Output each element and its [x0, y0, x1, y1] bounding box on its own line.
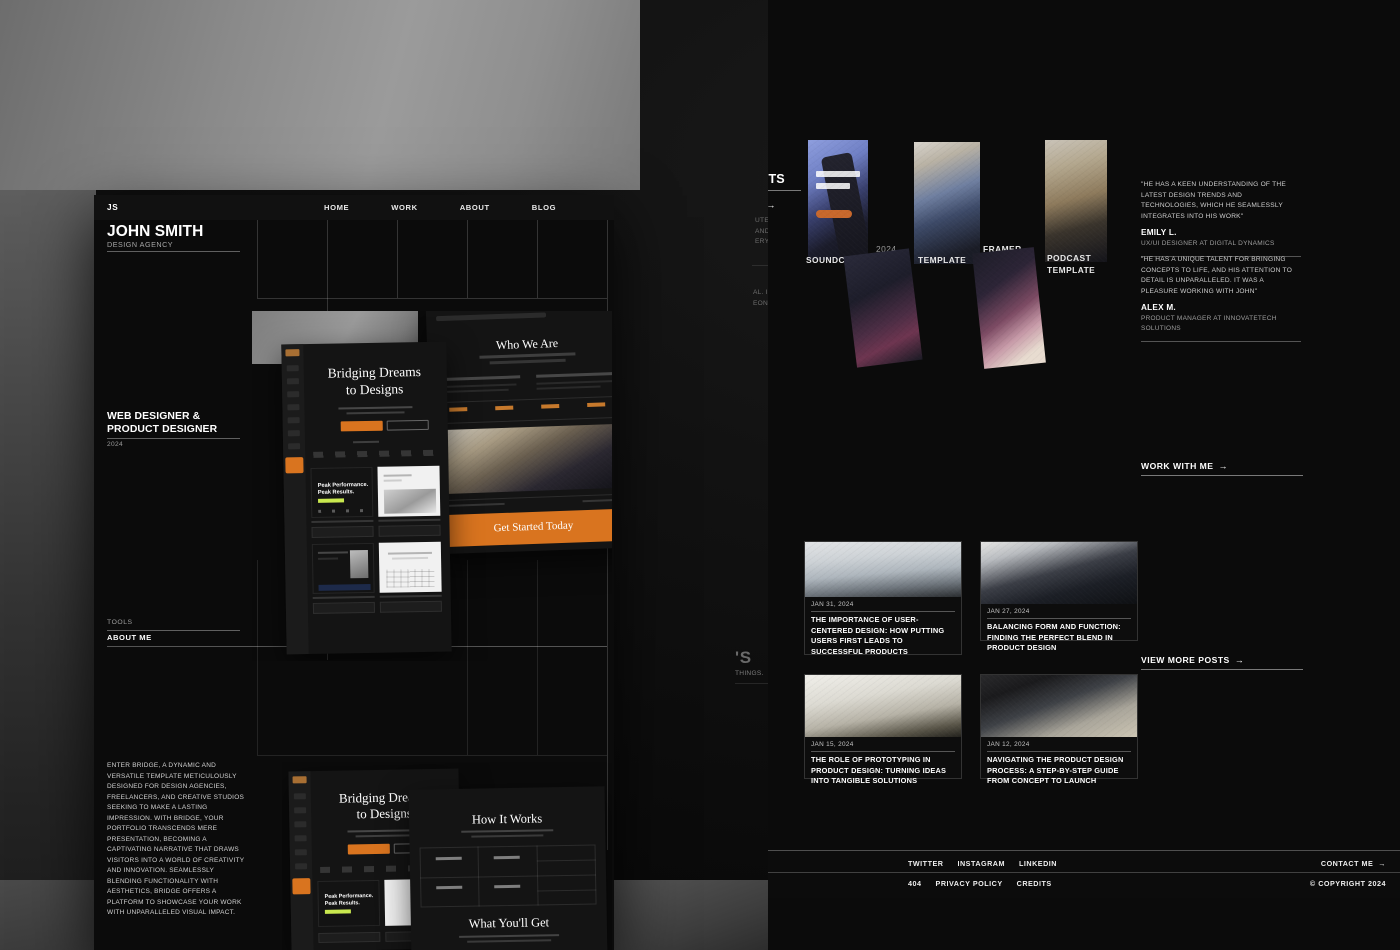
blog-card-2[interactable]: JAN 27, 2024 BALANCING FORM AND FUNCTION… [980, 541, 1138, 641]
arrow-right-icon: → [1378, 859, 1386, 868]
testimonial-1-quote: "HE HAS A KEEN UNDERSTANDING OF THE LATE… [1141, 180, 1301, 223]
blog-card-2-title: BALANCING FORM AND FUNCTION: FINDING THE… [987, 622, 1131, 654]
testimonial-2-quote: "HE HAS A UNIQUE TALENT FOR BRINGING CON… [1141, 255, 1301, 298]
site-footer: TWITTER INSTAGRAM LINKEDIN CONTACT ME → … [768, 850, 1400, 898]
footer-link-twitter[interactable]: TWITTER [908, 859, 943, 868]
role-divider [107, 438, 240, 439]
mock-cta-text: Get Started Today [443, 518, 612, 536]
role-year: 2024 [107, 441, 123, 448]
work-with-me-link[interactable]: WORK WITH ME → [1141, 461, 1303, 476]
mock-who-we-are: Who We Are [427, 334, 612, 356]
blog-card-2-divider [987, 618, 1131, 619]
mock-what-youll-get: What You'll Get [411, 914, 607, 932]
preview-mock-bottom[interactable]: Bridging Dreamsto Designs Peak Performan… [282, 762, 612, 950]
nav-item-blog[interactable]: BLOG [532, 203, 556, 212]
footer-link-credits[interactable]: CREDITS [1017, 879, 1052, 888]
blog-card-3[interactable]: JAN 15, 2024 THE ROLE OF PROTOTYPING IN … [804, 674, 962, 779]
footer-copyright: © COPYRIGHT 2024 [1310, 879, 1386, 888]
client-label-podcast: PODCAST TEMPLATE [1047, 252, 1107, 276]
testimonial-1-name: EMILY L. [1141, 228, 1301, 237]
background-grey-left-strip [0, 190, 96, 950]
blog-card-1[interactable]: JAN 31, 2024 THE IMPORTANCE OF USER-CENT… [804, 541, 962, 655]
page-title: JOHN SMITH [107, 223, 203, 241]
mock-tile-3 [312, 543, 375, 594]
blog-card-2-date: JAN 27, 2024 [987, 608, 1131, 615]
clients-heading-block: SOME OF MY CLIENTS [768, 172, 806, 186]
footer-link-linkedin[interactable]: LINKEDIN [1019, 859, 1057, 868]
testimonial-1-role: UX/UI DESIGNER AT DIGITAL DYNAMICS [1141, 239, 1301, 249]
hero-divider [107, 251, 240, 252]
clients-heading: SOME OF MY CLIENTS [768, 172, 806, 186]
footer-link-privacy[interactable]: PRIVACY POLICY [936, 879, 1003, 888]
arrow-right-icon: → [1219, 462, 1228, 471]
screenshot-root: UTE AND ERY AL. IT EONE OF 'S THINGS. SO… [0, 0, 1400, 950]
blog-card-4-image [981, 675, 1137, 737]
mock-home-page: Bridging Dreamsto Designs Peak Performan… [281, 342, 451, 655]
blog-card-3-divider [811, 751, 955, 752]
mock-hero-title: Bridging Dreamsto Designs [308, 364, 442, 400]
testimonial-2-role: PRODUCT MANAGER AT INNOVATETECH SOLUTION… [1141, 314, 1301, 334]
label-tools: TOOLS [107, 619, 133, 626]
mock-tile-1: Peak Performance.Peak Results. [310, 467, 373, 518]
testimonial-1: "HE HAS A KEEN UNDERSTANDING OF THE LATE… [1141, 180, 1301, 257]
footer-link-instagram[interactable]: INSTAGRAM [957, 859, 1005, 868]
blog-card-3-image [805, 675, 961, 737]
preview-mock-top[interactable]: Who We Are [252, 311, 612, 661]
blog-card-3-title: THE ROLE OF PROTOTYPING IN PRODUCT DESIG… [811, 755, 955, 787]
blog-card-4[interactable]: JAN 12, 2024 NAVIGATING THE PRODUCT DESI… [980, 674, 1138, 779]
work-with-me-label: WORK WITH ME [1141, 461, 1214, 471]
nav-item-about[interactable]: ABOUT [460, 203, 490, 212]
mock-how-it-works: How It Works [409, 810, 605, 828]
main-navigation: HOME WORK ABOUT BLOG [324, 203, 556, 212]
background-grey-corner [610, 880, 790, 950]
blog-card-2-image [981, 542, 1137, 604]
blog-card-4-date: JAN 12, 2024 [987, 741, 1131, 748]
testimonial-2-divider [1141, 341, 1301, 342]
testimonial-2: "HE HAS A UNIQUE TALENT FOR BRINGING CON… [1141, 255, 1301, 342]
client-label-template: TEMPLATE [918, 254, 966, 266]
mock-sidebar [281, 344, 308, 654]
label-about-me[interactable]: ABOUT ME [107, 633, 152, 642]
blog-card-1-image [805, 542, 961, 597]
footer-utility-row: 404 PRIVACY POLICY CREDITS © COPYRIGHT 2… [768, 876, 1400, 890]
view-more-posts-link[interactable]: VIEW MORE POSTS → [1141, 655, 1303, 670]
page-subtitle: DESIGN AGENCY [107, 240, 173, 249]
arrow-right-icon: → [768, 201, 775, 210]
about-paragraph: ENTER BRIDGE, A DYNAMIC AND VERSATILE TE… [107, 761, 251, 919]
mock-tile-4 [379, 542, 442, 593]
blog-card-1-title: THE IMPORTANCE OF USER-CENTERED DESIGN: … [811, 615, 955, 657]
clients-contact-link[interactable]: CONTACT ME → [768, 200, 840, 210]
site-logo[interactable]: JS [107, 203, 119, 212]
client-thumb-template[interactable] [914, 142, 980, 264]
mock-about-page: Who We Are [426, 311, 612, 554]
blog-card-3-date: JAN 15, 2024 [811, 741, 955, 748]
footer-social-row: TWITTER INSTAGRAM LINKEDIN CONTACT ME → [768, 856, 1400, 870]
client-thumb-darkui[interactable] [843, 248, 922, 367]
mock-team-photo [440, 424, 612, 494]
footer-contact-link[interactable]: CONTACT ME → [1321, 859, 1386, 868]
blog-card-4-title: NAVIGATING THE PRODUCT DESIGN PROCESS: A… [987, 755, 1131, 787]
client-thumb-pink[interactable] [972, 247, 1046, 369]
footer-social-links: TWITTER INSTAGRAM LINKEDIN [908, 859, 1057, 868]
footer-link-404[interactable]: 404 [908, 879, 922, 888]
mock-primary-button [341, 421, 383, 432]
nav-item-work[interactable]: WORK [391, 203, 417, 212]
view-more-posts-label: VIEW MORE POSTS [1141, 655, 1230, 665]
testimonial-2-name: ALEX M. [1141, 303, 1301, 312]
mock-tile-2 [377, 466, 440, 517]
mock-bottom-howitworks: How It Works What You'll Get [409, 786, 608, 950]
background-grey-slab [0, 0, 640, 190]
right-pane: SOME OF MY CLIENTS SOUNDCHECK 2024 TEMPL… [768, 0, 1400, 950]
blog-card-1-date: JAN 31, 2024 [811, 601, 955, 608]
blog-card-4-divider [987, 751, 1131, 752]
arrow-right-icon: → [1235, 656, 1244, 665]
footer-contact-label: CONTACT ME [1321, 859, 1373, 868]
client-thumb-podcast[interactable] [1045, 140, 1107, 262]
mock-cta-banner: Get Started Today [443, 509, 612, 547]
footer-utility-links: 404 PRIVACY POLICY CREDITS [908, 879, 1052, 888]
mock-secondary-button [387, 420, 429, 431]
nav-item-home[interactable]: HOME [324, 203, 349, 212]
blog-card-1-divider [811, 611, 955, 612]
role-title: WEB DESIGNER & PRODUCT DESIGNER [107, 410, 247, 437]
